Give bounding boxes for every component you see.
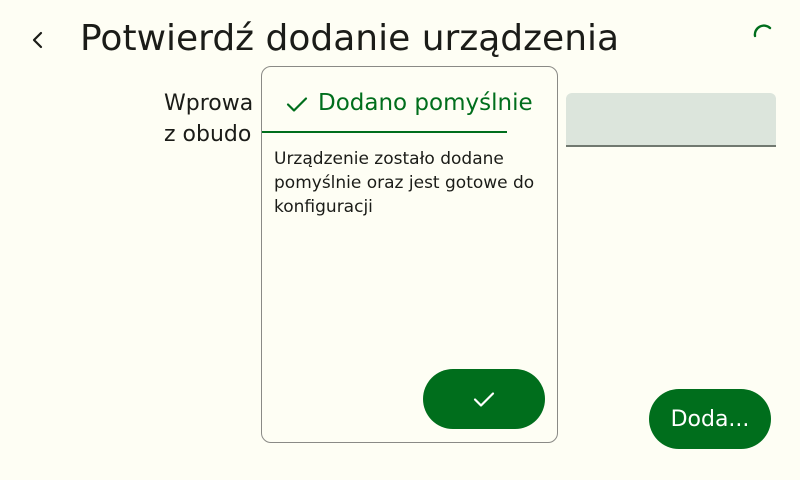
add-device-screen: Potwierdź dodanie urządzenia Wprowa z ob…	[0, 0, 800, 480]
confirm-button[interactable]	[423, 369, 545, 429]
back-button[interactable]	[18, 20, 58, 60]
dialog-message: Urządzenie zostało dodane pomyślnie oraz…	[274, 149, 535, 217]
device-code-field[interactable]	[566, 93, 776, 147]
success-dialog: Dodano pomyślnie Urządzenie zostało doda…	[261, 66, 558, 443]
check-icon	[473, 392, 495, 407]
dialog-header: Dodano pomyślnie	[262, 85, 533, 133]
add-device-button[interactable]: Doda...	[649, 389, 771, 449]
check-icon	[286, 97, 308, 112]
page-title: Potwierdź dodanie urządzenia	[80, 18, 620, 59]
add-device-button-label: Doda...	[670, 406, 750, 432]
dialog-title: Dodano pomyślnie	[318, 90, 533, 116]
chevron-left-icon	[32, 31, 43, 49]
loading-spinner-icon	[753, 24, 772, 38]
